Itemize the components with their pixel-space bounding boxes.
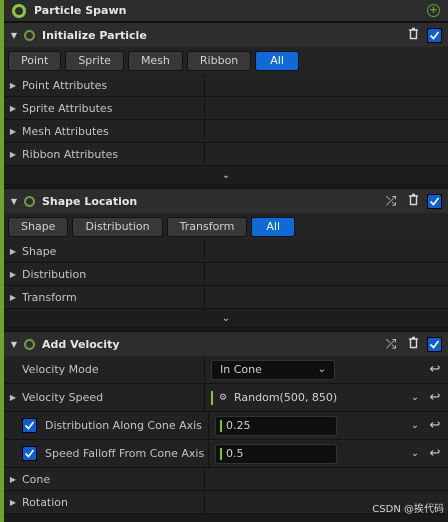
falloff-input[interactable]: 0.5	[215, 443, 337, 464]
tab-all[interactable]: All	[255, 50, 299, 71]
category-row[interactable]: ▶ Ribbon Attributes	[4, 143, 448, 166]
category-row[interactable]: ▶ Mesh Attributes	[4, 120, 448, 143]
category-label: Shape	[22, 244, 57, 258]
category-row[interactable]: ▶ Cone	[4, 468, 448, 491]
falloff-value: 0.5	[226, 447, 244, 460]
tab-sprite[interactable]: Sprite	[65, 50, 124, 71]
dynamic-input-icon: ⚙	[218, 392, 228, 403]
expand-arrow-icon[interactable]: ▶	[4, 270, 22, 279]
stack-panel: Particle Spawn + ▼ Initialize Particle P…	[4, 0, 448, 522]
velocity-mode-row: Velocity Mode In Cone ⌄ ↩	[4, 356, 448, 384]
reset-to-default-icon[interactable]: ↩	[428, 418, 442, 433]
init-tab-bar: Point Sprite Mesh Ribbon All	[4, 47, 448, 74]
delete-icon[interactable]	[405, 27, 421, 44]
category-row[interactable]: ▶ Transform	[4, 286, 448, 309]
velocity-speed-label: Velocity Speed	[22, 391, 104, 404]
category-label: Ribbon Attributes	[22, 147, 119, 161]
distribution-cone-row: Distribution Along Cone Axis 0.25 ⌄ ↩	[4, 412, 448, 440]
module-ring-icon	[24, 338, 35, 350]
rotation-label: Rotation	[22, 495, 69, 509]
cone-label: Cone	[22, 472, 51, 486]
speed-falloff-row: Speed Falloff From Cone Axis 0.5 ⌄ ↩	[4, 440, 448, 468]
chevron-down-icon[interactable]: ⌄	[408, 392, 422, 403]
shape-tab-bar: Shape Distribution Transform All	[4, 213, 448, 240]
module-title: Add Velocity	[42, 337, 120, 351]
collapse-caret-icon[interactable]: ▼	[4, 197, 24, 206]
expand-arrow-icon[interactable]: ▶	[4, 475, 22, 484]
category-label: Mesh Attributes	[22, 124, 109, 138]
velocity-speed-row: ▶ Velocity Speed ⚙ Random(500, 850) ⌄ ↩	[4, 384, 448, 412]
category-label: Point Attributes	[22, 78, 108, 92]
watermark-text: CSDN @挨代码	[372, 504, 444, 515]
chevron-down-icon[interactable]: ⌄	[408, 448, 422, 459]
enable-checkbox[interactable]	[427, 193, 442, 209]
enable-checkbox[interactable]	[427, 27, 442, 43]
tab-point[interactable]: Point	[8, 50, 62, 71]
velocity-mode-dropdown[interactable]: In Cone ⌄	[211, 359, 335, 380]
category-row[interactable]: ▶ Distribution	[4, 263, 448, 286]
reset-to-default-icon[interactable]: ↩	[428, 362, 442, 377]
stage-title: Particle Spawn	[34, 4, 127, 17]
reset-to-default-icon[interactable]: ↩	[428, 446, 442, 461]
velocity-mode-value: In Cone	[220, 363, 262, 376]
expand-arrow-icon[interactable]: ▶	[4, 81, 22, 90]
enable-checkbox[interactable]	[427, 336, 442, 352]
tab-mesh[interactable]: Mesh	[127, 50, 183, 71]
category-label: Sprite Attributes	[22, 101, 113, 115]
add-module-icon[interactable]: +	[427, 4, 440, 17]
delete-icon[interactable]	[405, 193, 421, 210]
collapse-caret-icon[interactable]: ▼	[4, 31, 24, 40]
reset-to-default-icon[interactable]: ↩	[428, 390, 442, 405]
velocity-speed-input[interactable]: ⚙ Random(500, 850)	[211, 390, 338, 405]
module-ring-icon	[24, 195, 35, 207]
add-velocity-header[interactable]: ▼ Add Velocity ⤮	[4, 331, 448, 356]
particle-spawn-header[interactable]: Particle Spawn +	[4, 0, 448, 22]
show-advanced-chevron-icon[interactable]: ⌄	[4, 166, 448, 185]
expand-arrow-icon[interactable]: ▶	[4, 127, 22, 136]
expand-arrow-icon[interactable]: ▶	[4, 104, 22, 113]
distribution-enable-checkbox[interactable]	[22, 418, 37, 433]
falloff-label: Speed Falloff From Cone Axis	[45, 447, 205, 460]
falloff-enable-checkbox[interactable]	[22, 446, 37, 461]
tab-ribbon[interactable]: Ribbon	[186, 50, 252, 71]
stage-ring-icon	[12, 3, 26, 18]
expand-arrow-icon[interactable]: ▶	[4, 150, 22, 159]
chevron-down-icon: ⌄	[317, 364, 326, 375]
module-ring-icon	[24, 29, 35, 41]
shuffle-icon[interactable]: ⤮	[383, 337, 399, 352]
module-title: Shape Location	[42, 194, 138, 208]
expand-arrow-icon[interactable]: ▶	[4, 293, 22, 302]
module-title: Initialize Particle	[42, 28, 147, 42]
show-advanced-chevron-icon[interactable]: ⌄	[4, 309, 448, 328]
tab-all[interactable]: All	[251, 216, 295, 237]
distribution-value: 0.25	[226, 419, 251, 432]
category-row[interactable]: ▶ Point Attributes	[4, 74, 448, 97]
category-row[interactable]: ▶ Sprite Attributes	[4, 97, 448, 120]
category-label: Distribution	[22, 267, 87, 281]
category-label: Transform	[22, 290, 77, 304]
delete-icon[interactable]	[405, 336, 421, 353]
distribution-input[interactable]: 0.25	[215, 415, 337, 436]
velocity-speed-value: Random(500, 850)	[234, 391, 338, 404]
expand-arrow-icon[interactable]: ▶	[4, 393, 22, 402]
expand-arrow-icon[interactable]: ▶	[4, 498, 22, 507]
expand-arrow-icon[interactable]: ▶	[4, 247, 22, 256]
tab-transform[interactable]: Transform	[166, 216, 248, 237]
initialize-particle-header[interactable]: ▼ Initialize Particle	[4, 22, 448, 47]
chevron-down-icon[interactable]: ⌄	[408, 420, 422, 431]
tab-distribution[interactable]: Distribution	[72, 216, 163, 237]
tab-shape[interactable]: Shape	[8, 216, 69, 237]
shape-location-header[interactable]: ▼ Shape Location ⤮	[4, 188, 448, 213]
category-row[interactable]: ▶ Shape	[4, 240, 448, 263]
distribution-label: Distribution Along Cone Axis	[45, 419, 202, 432]
shuffle-icon[interactable]: ⤮	[383, 194, 399, 209]
collapse-caret-icon[interactable]: ▼	[4, 340, 24, 349]
velocity-mode-label: Velocity Mode	[22, 363, 99, 376]
